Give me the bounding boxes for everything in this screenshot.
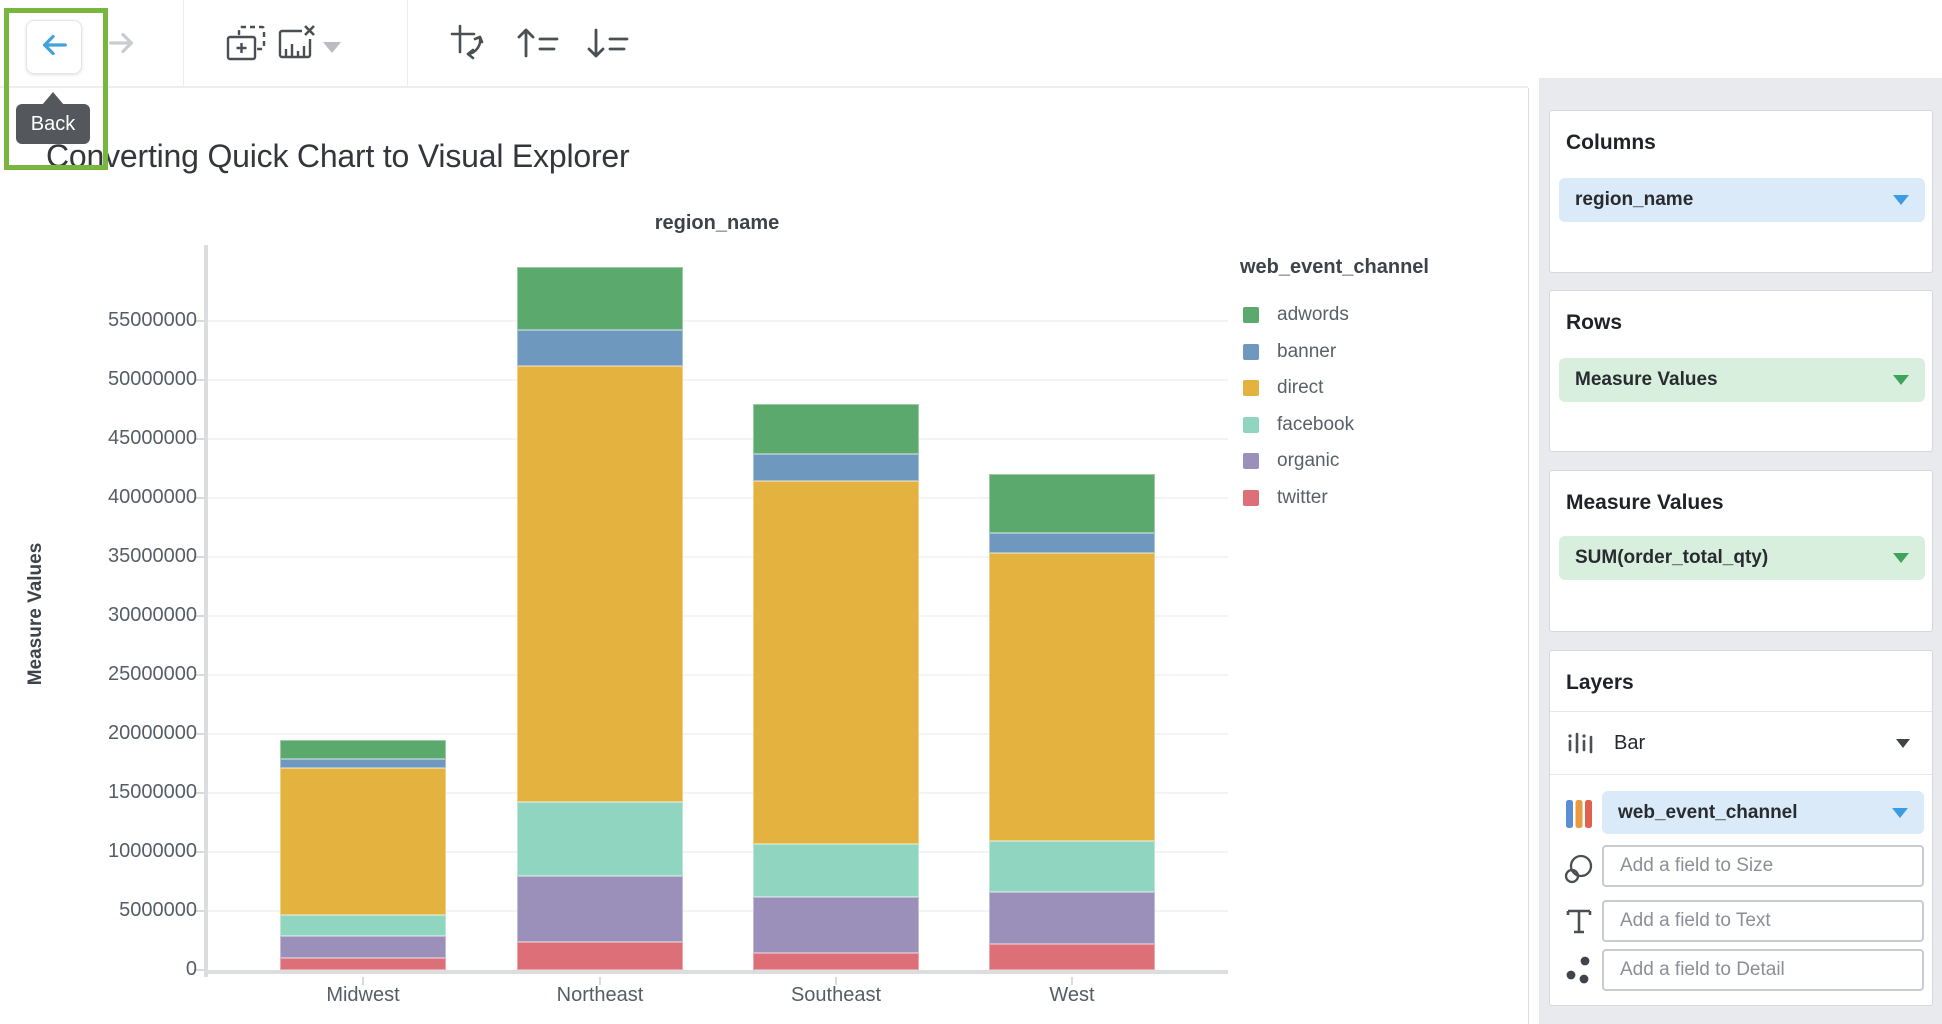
bar-segment-twitter[interactable] bbox=[753, 953, 919, 970]
bar-segment-direct[interactable] bbox=[517, 366, 683, 803]
text-field-input[interactable] bbox=[1602, 900, 1924, 942]
bar-segment-facebook[interactable] bbox=[753, 844, 919, 897]
columns-card: Columns region_name bbox=[1549, 110, 1933, 273]
bar-segment-facebook[interactable] bbox=[517, 802, 683, 875]
layer-type-label: Bar bbox=[1614, 732, 1645, 755]
bar-segment-facebook[interactable] bbox=[989, 841, 1155, 892]
bar-segment-organic[interactable] bbox=[517, 876, 683, 943]
size-icon bbox=[1562, 853, 1596, 885]
gridline bbox=[207, 438, 1228, 440]
canvas-right-edge bbox=[1528, 88, 1529, 1024]
color-field-label: web_event_channel bbox=[1618, 802, 1798, 824]
x-axis-label: Midwest bbox=[263, 984, 463, 1007]
measure-values-field-label: SUM(order_total_qty) bbox=[1575, 547, 1768, 569]
columns-field-pill[interactable]: region_name bbox=[1559, 178, 1925, 222]
legend-swatch bbox=[1243, 417, 1259, 433]
chevron-down-icon[interactable] bbox=[1896, 739, 1910, 748]
bar-segment-direct[interactable] bbox=[753, 481, 919, 843]
chevron-down-icon[interactable] bbox=[1892, 808, 1908, 818]
legend-swatch bbox=[1243, 453, 1259, 469]
chart-plot-area: 0 5000000 10000000 15000000 20000000 25000000… bbox=[0, 0, 1528, 1024]
bar-segment-direct[interactable] bbox=[280, 768, 446, 915]
legend-swatch bbox=[1243, 380, 1259, 396]
y-tick-label: 50000000 bbox=[20, 368, 197, 391]
y-axis-line bbox=[204, 245, 208, 977]
y-tick-label: 10000000 bbox=[20, 840, 197, 863]
legend-label: organic bbox=[1277, 450, 1339, 472]
measure-values-header: Measure Values bbox=[1566, 491, 1724, 515]
y-tick-label: 30000000 bbox=[20, 604, 197, 627]
detail-field-input[interactable] bbox=[1602, 949, 1924, 991]
chevron-down-icon[interactable] bbox=[1893, 375, 1909, 385]
columns-field-label: region_name bbox=[1575, 189, 1693, 211]
bar-segment-direct[interactable] bbox=[989, 553, 1155, 841]
rows-header: Rows bbox=[1566, 311, 1622, 335]
legend-swatch bbox=[1243, 307, 1259, 323]
rows-field-pill[interactable]: Measure Values bbox=[1559, 358, 1925, 402]
chevron-down-icon[interactable] bbox=[1893, 195, 1909, 205]
layers-card: Layers Bar web_event_channel bbox=[1549, 650, 1933, 1006]
y-tick-label: 5000000 bbox=[20, 899, 197, 922]
bar-segment-organic[interactable] bbox=[753, 897, 919, 953]
legend-label: facebook bbox=[1277, 414, 1354, 436]
x-axis-line bbox=[204, 970, 1228, 974]
legend-swatch bbox=[1243, 490, 1259, 506]
legend-label: direct bbox=[1277, 377, 1323, 399]
rows-field-label: Measure Values bbox=[1575, 369, 1718, 391]
layer-type-row[interactable]: Bar bbox=[1550, 712, 1932, 774]
legend-label: banner bbox=[1277, 341, 1336, 363]
columns-header: Columns bbox=[1566, 131, 1656, 155]
bar-segment-banner[interactable] bbox=[517, 330, 683, 365]
rows-card: Rows Measure Values bbox=[1549, 290, 1933, 452]
y-tick-label: 35000000 bbox=[20, 545, 197, 568]
legend-label: adwords bbox=[1277, 304, 1349, 326]
bar-segment-organic[interactable] bbox=[989, 892, 1155, 944]
color-field-pill[interactable]: web_event_channel bbox=[1602, 791, 1924, 834]
y-tick-label: 45000000 bbox=[20, 427, 197, 450]
bar-segment-banner[interactable] bbox=[280, 759, 446, 768]
bar-segment-facebook[interactable] bbox=[280, 915, 446, 936]
bar-segment-adwords[interactable] bbox=[753, 404, 919, 455]
gridline bbox=[207, 379, 1228, 381]
measure-values-card: Measure Values SUM(order_total_qty) bbox=[1549, 470, 1933, 632]
y-tick-label: 40000000 bbox=[20, 486, 197, 509]
legend-swatch bbox=[1243, 344, 1259, 360]
gridline bbox=[207, 320, 1228, 322]
bar-segment-twitter[interactable] bbox=[989, 944, 1155, 970]
back-tooltip: Back bbox=[16, 104, 90, 144]
bar-segment-adwords[interactable] bbox=[517, 267, 683, 331]
size-field-input[interactable] bbox=[1602, 845, 1924, 887]
bar-segment-banner[interactable] bbox=[753, 454, 919, 481]
layers-header: Layers bbox=[1566, 671, 1634, 695]
y-tick-label: 55000000 bbox=[20, 309, 197, 332]
x-axis-label: Northeast bbox=[500, 984, 700, 1007]
text-icon bbox=[1562, 906, 1596, 936]
bar-chart-icon bbox=[1564, 728, 1598, 758]
bar-segment-twitter[interactable] bbox=[280, 958, 446, 970]
x-axis-label: Southeast bbox=[736, 984, 936, 1007]
y-tick-label: 0 bbox=[20, 958, 197, 981]
measure-values-field-pill[interactable]: SUM(order_total_qty) bbox=[1559, 536, 1925, 580]
y-tick-label: 15000000 bbox=[20, 781, 197, 804]
y-tick-label: 20000000 bbox=[20, 722, 197, 745]
color-legend-icon bbox=[1562, 798, 1596, 830]
bar-segment-adwords[interactable] bbox=[989, 474, 1155, 533]
bar-segment-banner[interactable] bbox=[989, 533, 1155, 553]
detail-icon bbox=[1562, 954, 1596, 986]
bar-segment-adwords[interactable] bbox=[280, 740, 446, 758]
y-tick-label: 25000000 bbox=[20, 663, 197, 686]
bar-segment-twitter[interactable] bbox=[517, 942, 683, 970]
bar-segment-organic[interactable] bbox=[280, 936, 446, 958]
chevron-down-icon[interactable] bbox=[1893, 553, 1909, 563]
x-axis-label: West bbox=[972, 984, 1172, 1007]
legend-label: twitter bbox=[1277, 487, 1328, 509]
divider bbox=[1550, 774, 1932, 775]
